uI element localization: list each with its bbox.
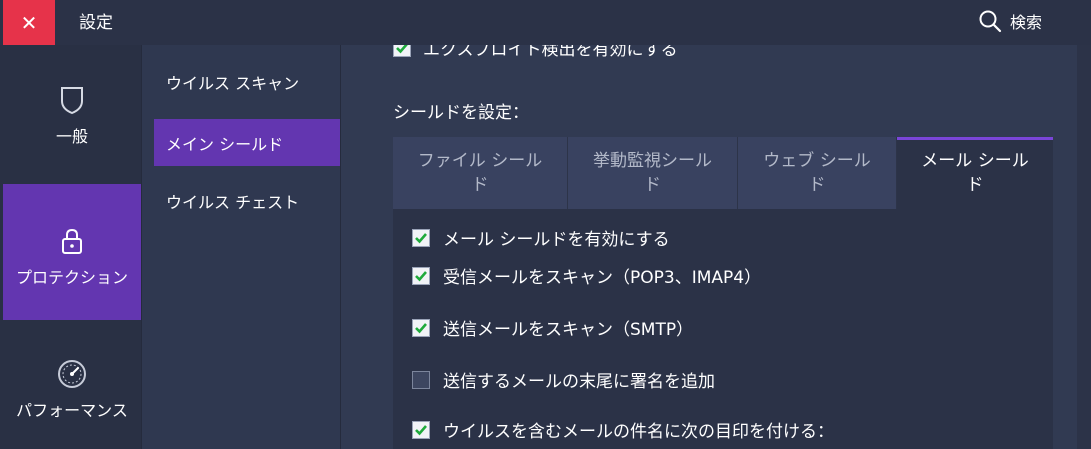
checkbox[interactable] xyxy=(412,318,430,337)
settings-content: エクスプロイト検出を有効にする シールドを設定： ファイル シールド 挙動監視シ… xyxy=(341,45,1091,449)
exploit-detection-label: エクスプロイト検出を有効にする xyxy=(423,45,678,60)
scrollbar[interactable] xyxy=(1077,45,1091,449)
lock-icon xyxy=(62,228,82,254)
subnav-item-main-shield[interactable]: メイン シールド xyxy=(154,119,340,166)
checkbox[interactable] xyxy=(412,370,430,389)
checkmark-icon xyxy=(415,322,427,333)
subnav-item-virus-scan[interactable]: ウイルス スキャン xyxy=(154,58,340,105)
tab-label: ファイル シールド xyxy=(417,151,543,195)
tab-file-shield[interactable]: ファイル シールド xyxy=(393,137,567,209)
category-rail: 一般 プロテクション パフォーマンス xyxy=(0,45,141,449)
search-button[interactable]: 検索 xyxy=(978,6,1042,36)
rail-item-performance[interactable]: パフォーマンス xyxy=(3,359,141,421)
window-title: 設定 xyxy=(79,13,113,33)
option-label: メール シールドを有効にする xyxy=(443,230,670,250)
rail-item-label: パフォーマンス xyxy=(16,401,128,420)
sub-navigation: ウイルス スキャン メイン シールド ウイルス チェスト xyxy=(142,45,340,449)
option-label: 送信するメールの末尾に署名を追加 xyxy=(443,372,715,392)
subnav-item-label: ウイルス チェスト xyxy=(166,192,300,212)
option-mark-subject[interactable]: ウイルスを含むメールの件名に次の目印を付ける： xyxy=(412,417,834,442)
exploit-detection-option[interactable]: エクスプロイト検出を有効にする xyxy=(393,45,678,60)
subnav-item-label: ウイルス スキャン xyxy=(166,73,300,93)
rail-item-protection[interactable]: プロテクション xyxy=(3,184,141,320)
rail-item-label: 一般 xyxy=(55,127,88,146)
checkbox[interactable] xyxy=(412,266,430,285)
close-icon: ✕ xyxy=(20,10,38,35)
gauge-icon xyxy=(58,360,86,388)
shield-icon xyxy=(61,87,83,115)
shield-tabs: ファイル シールド 挙動監視シールド ウェブ シールド メール シールド xyxy=(393,137,1053,209)
tab-label: メール シールド xyxy=(921,151,1029,195)
option-add-signature[interactable]: 送信するメールの末尾に署名を追加 xyxy=(412,367,715,392)
tab-behavior-shield[interactable]: 挙動監視シールド xyxy=(567,137,737,209)
tab-label: ウェブ シールド xyxy=(763,151,871,195)
close-button[interactable]: ✕ xyxy=(3,0,55,45)
rail-item-label: プロテクション xyxy=(15,268,128,287)
subnav-item-virus-chest[interactable]: ウイルス チェスト xyxy=(154,177,340,224)
search-icon xyxy=(979,10,1002,33)
option-scan-incoming[interactable]: 受信メールをスキャン（POP3、IMAP4） xyxy=(412,263,761,288)
mail-shield-panel: メール シールドを有効にする 受信メールをスキャン（POP3、IMAP4） 送信… xyxy=(393,209,1053,449)
option-label: 送信メールをスキャン（SMTP） xyxy=(443,320,694,340)
rail-item-general[interactable]: 一般 xyxy=(3,85,141,147)
tab-label: 挙動監視シールド xyxy=(593,151,712,195)
option-label: ウイルスを含むメールの件名に次の目印を付ける： xyxy=(443,422,834,442)
exploit-detection-checkbox[interactable] xyxy=(393,45,411,57)
checkmark-icon xyxy=(415,424,427,435)
tab-web-shield[interactable]: ウェブ シールド xyxy=(737,137,896,209)
title-bar: ✕ 設定 検索 xyxy=(0,0,1091,45)
search-label: 検索 xyxy=(1010,13,1043,32)
checkmark-icon xyxy=(396,45,408,53)
checkmark-icon xyxy=(415,270,427,281)
option-enable-mail-shield[interactable]: メール シールドを有効にする xyxy=(412,225,670,250)
option-scan-outgoing[interactable]: 送信メールをスキャン（SMTP） xyxy=(412,315,693,340)
option-label: 受信メールをスキャン（POP3、IMAP4） xyxy=(443,268,762,288)
checkbox[interactable] xyxy=(412,228,430,247)
tab-mail-shield[interactable]: メール シールド xyxy=(896,137,1053,209)
subnav-item-label: メイン シールド xyxy=(166,134,284,154)
checkmark-icon xyxy=(415,232,427,243)
shield-settings-heading: シールドを設定： xyxy=(393,103,529,123)
checkbox[interactable] xyxy=(412,420,430,439)
